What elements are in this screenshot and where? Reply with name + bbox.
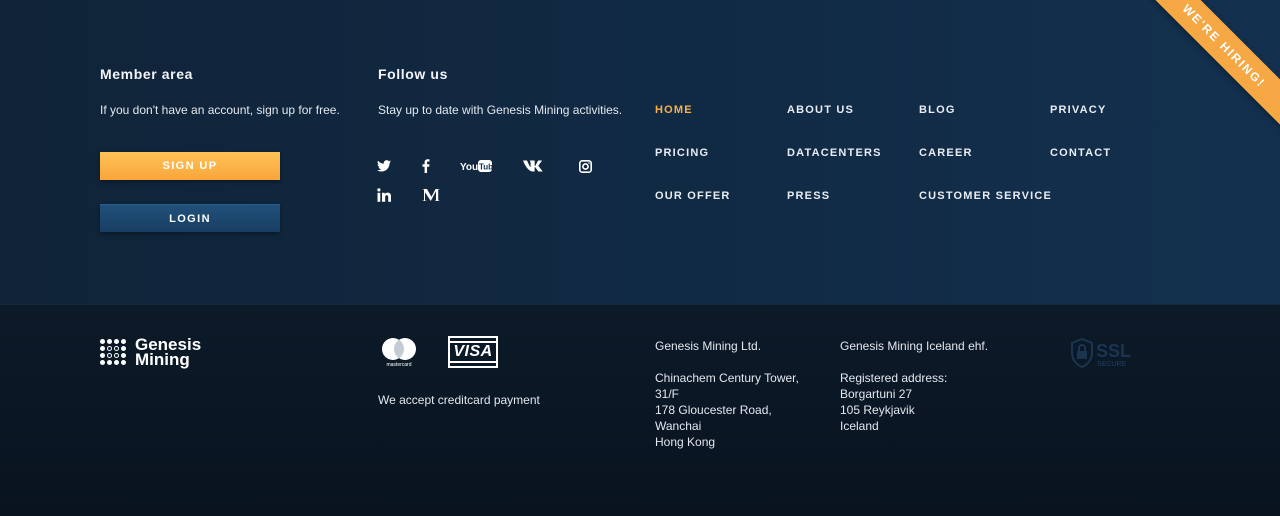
member-area-heading: Member area [100,66,193,82]
sign-up-button[interactable]: SIGN UP [100,152,280,180]
address-iceland-line-1: Registered address: [840,371,948,385]
follow-us-heading: Follow us [378,66,448,82]
linkedin-icon[interactable] [370,184,398,206]
youtube-icon[interactable]: You Tube [458,155,494,177]
address-ltd-line-5: Hong Kong [655,435,716,449]
hiring-ribbon[interactable]: WE'RE HIRING! [1134,0,1280,136]
creditcard-payment-text: We accept creditcard payment [378,393,540,407]
mastercard-label: mastercard [386,362,411,368]
medium-icon[interactable] [417,184,445,206]
nav-customer-service-link[interactable]: CUSTOMER SERVICE [919,190,1052,202]
login-button[interactable]: LOGIN [100,204,280,232]
nav-home-link[interactable]: HOME [655,104,693,116]
nav-datacenters-link[interactable]: DATACENTERS [787,147,882,159]
address-iceland-line-2: Borgartuni 27 [840,387,913,401]
twitter-icon[interactable] [370,155,398,177]
payment-cards: mastercard VISA [380,336,498,368]
logo-line-2: Mining [135,350,190,369]
address-iceland-line-3: 105 Reykjavik [840,403,915,417]
footer-top: Member area If you don't have an account… [0,0,1280,304]
nav-about-us-link[interactable]: ABOUT US [787,104,854,116]
follow-us-description: Stay up to date with Genesis Mining acti… [378,103,623,117]
address-ltd-line-4: Wanchai [655,419,702,433]
svg-text:You: You [460,162,478,173]
address-iceland-line-4: Iceland [840,419,879,433]
address-ltd-line-1: Chinachem Century Tower, [655,371,799,385]
address-iceland-name: Genesis Mining Iceland ehf. [840,339,989,353]
address-ltd-name: Genesis Mining Ltd. [655,339,762,353]
nav-contact-link[interactable]: CONTACT [1050,147,1111,159]
ssl-lock-icon: SSL SECURE [1071,337,1131,369]
member-area-description: If you don't have an account, sign up fo… [100,103,340,117]
address-ltd-line-2: 31/F [655,387,680,401]
genesis-mining-logo[interactable]: Genesis Mining [100,336,201,369]
visa-label: VISA [449,341,497,363]
address-ltd-line-3: 178 Gloucester Road, [655,403,772,417]
ssl-label: SSL [1096,341,1131,361]
svg-text:Tube: Tube [479,163,492,172]
nav-privacy-link[interactable]: PRIVACY [1050,104,1106,116]
vk-icon[interactable] [520,155,548,177]
facebook-icon[interactable] [412,155,440,177]
ssl-sub-label: SECURE [1097,361,1127,368]
nav-career-link[interactable]: CAREER [919,147,973,159]
visa-icon: VISA [448,336,498,368]
instagram-icon[interactable] [571,155,599,177]
nav-pricing-link[interactable]: PRICING [655,147,709,159]
nav-our-offer-link[interactable]: OUR OFFER [655,190,731,202]
nav-press-link[interactable]: PRESS [787,190,830,202]
ssl-secure-badge: SSL SECURE [1070,337,1140,369]
nav-blog-link[interactable]: BLOG [919,104,956,116]
logo-dots-icon [100,339,126,365]
mastercard-icon: mastercard [380,336,418,368]
logo-text: Genesis Mining [135,336,201,369]
